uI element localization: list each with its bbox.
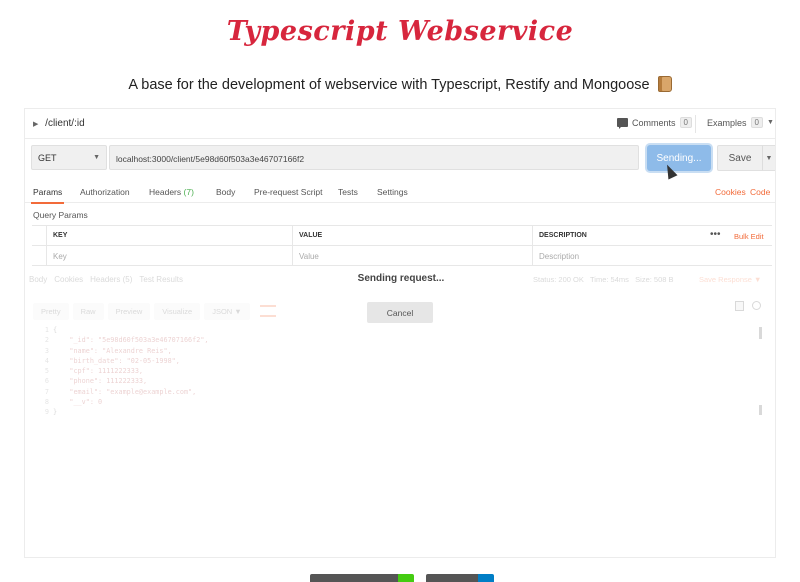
wrap-lines-icon[interactable] xyxy=(259,305,276,317)
copy-icon[interactable] xyxy=(735,301,744,311)
tab-params[interactable]: Params xyxy=(30,187,65,204)
more-options-icon[interactable]: ••• xyxy=(710,229,721,240)
request-header: ▶ /client/:id Comments 0 Examples 0 ▼ xyxy=(25,109,775,139)
tab-body[interactable]: Body xyxy=(216,187,235,197)
tab-headers-count: (7) xyxy=(183,187,194,197)
tab-authorization[interactable]: Authorization xyxy=(80,187,130,197)
scrollbar-thumb[interactable] xyxy=(759,327,762,339)
view-preview[interactable]: Preview xyxy=(107,303,151,320)
comment-icon xyxy=(617,118,628,129)
column-header-value: VALUE xyxy=(292,226,532,246)
url-input[interactable]: localhost:3000/client/5e98d60f503a3e4670… xyxy=(109,145,639,170)
cancel-button[interactable]: Cancel xyxy=(367,302,433,323)
examples-button[interactable]: Examples 0 ▼ xyxy=(707,117,774,128)
view-raw[interactable]: Raw xyxy=(72,303,104,320)
code-line: 9} xyxy=(44,408,58,417)
chevron-down-icon: ▼ xyxy=(766,119,774,126)
request-path[interactable]: ▶ /client/:id xyxy=(33,118,85,129)
response-panel: Body Cookies Headers (5) Test Results St… xyxy=(25,269,775,557)
request-tabs: Params Authorization Headers (7) Body Pr… xyxy=(25,181,775,204)
comments-label: Comments xyxy=(632,117,676,128)
value-input[interactable]: Value xyxy=(292,246,532,266)
sending-request-text: Sending request... xyxy=(357,273,445,284)
page-subtitle: A base for the development of webservice… xyxy=(0,76,800,93)
send-button[interactable]: Sending... xyxy=(647,145,711,171)
code-line: 8 "__v": 0 xyxy=(44,398,103,407)
tab-settings[interactable]: Settings xyxy=(377,187,408,197)
bulk-edit-link[interactable]: Bulk Edit xyxy=(734,232,764,241)
query-params-label: Query Params xyxy=(33,210,88,220)
column-header-description: DESCRIPTION xyxy=(532,226,702,246)
examples-label: Examples xyxy=(707,117,747,128)
divider xyxy=(695,115,696,133)
description-input[interactable]: Description xyxy=(532,246,702,266)
save-dropdown-button[interactable]: ▼ xyxy=(762,145,775,171)
search-icon[interactable] xyxy=(752,301,761,310)
view-tabs: Pretty Raw Preview Visualize JSON ▼ xyxy=(33,303,276,320)
view-pretty[interactable]: Pretty xyxy=(33,303,69,320)
badge[interactable] xyxy=(426,574,494,582)
tab-tests[interactable]: Tests xyxy=(338,187,358,197)
examples-count: 0 xyxy=(750,117,763,128)
format-value: JSON xyxy=(212,307,233,316)
key-input[interactable]: Key xyxy=(46,246,292,266)
table-row: Key Value Description xyxy=(32,246,772,266)
tab-headers-label: Headers xyxy=(149,187,182,197)
page-title: Typescript Webservice xyxy=(226,16,574,47)
comments-count: 0 xyxy=(679,117,692,128)
code-link[interactable]: Code xyxy=(750,187,770,197)
table-header-row: KEY VALUE DESCRIPTION ••• Bulk Edit xyxy=(32,226,772,246)
code-line: 2 "_id": "5e98d60f503a3e46707166f2", xyxy=(44,336,209,345)
method-select[interactable]: GET ▼ xyxy=(31,145,107,170)
code-line: 5 "cpf": 1111222333, xyxy=(44,367,144,376)
code-line: 3 "name": "Alexandre Reis", xyxy=(44,346,172,355)
params-table: KEY VALUE DESCRIPTION ••• Bulk Edit Key … xyxy=(32,225,772,266)
code-line: 4 "birth_date": "02-05-1998", xyxy=(44,356,180,365)
format-select[interactable]: JSON ▼ xyxy=(204,303,250,320)
code-line: 7 "email": "example@example.com", xyxy=(44,387,197,396)
save-button[interactable]: Save xyxy=(717,145,763,171)
subtitle-text: A base for the development of webservice… xyxy=(128,77,650,93)
request-path-label: /client/:id xyxy=(45,118,85,129)
scrollbar-thumb[interactable] xyxy=(759,405,762,415)
view-visualize[interactable]: Visualize xyxy=(154,303,201,320)
postman-window: ▶ /client/:id Comments 0 Examples 0 ▼ GE… xyxy=(24,108,776,558)
column-header-key: KEY xyxy=(46,226,292,246)
response-code: 1{ 2 "_id": "5e98d60f503a3e46707166f2", … xyxy=(44,325,209,418)
badge[interactable] xyxy=(310,574,414,582)
cookies-link[interactable]: Cookies xyxy=(715,187,746,197)
code-line: 6 "phone": 111222333, xyxy=(44,377,148,386)
tab-headers[interactable]: Headers (7) xyxy=(149,187,194,197)
tab-pre-request-script[interactable]: Pre-request Script xyxy=(254,187,323,197)
caret-right-icon: ▶ xyxy=(33,121,39,128)
readme-badges xyxy=(310,574,494,582)
comments-button[interactable]: Comments 0 xyxy=(617,117,692,129)
chevron-down-icon: ▼ xyxy=(93,154,100,161)
code-line: 1{ xyxy=(44,326,58,334)
method-value: GET xyxy=(38,153,57,163)
book-icon xyxy=(657,76,672,92)
